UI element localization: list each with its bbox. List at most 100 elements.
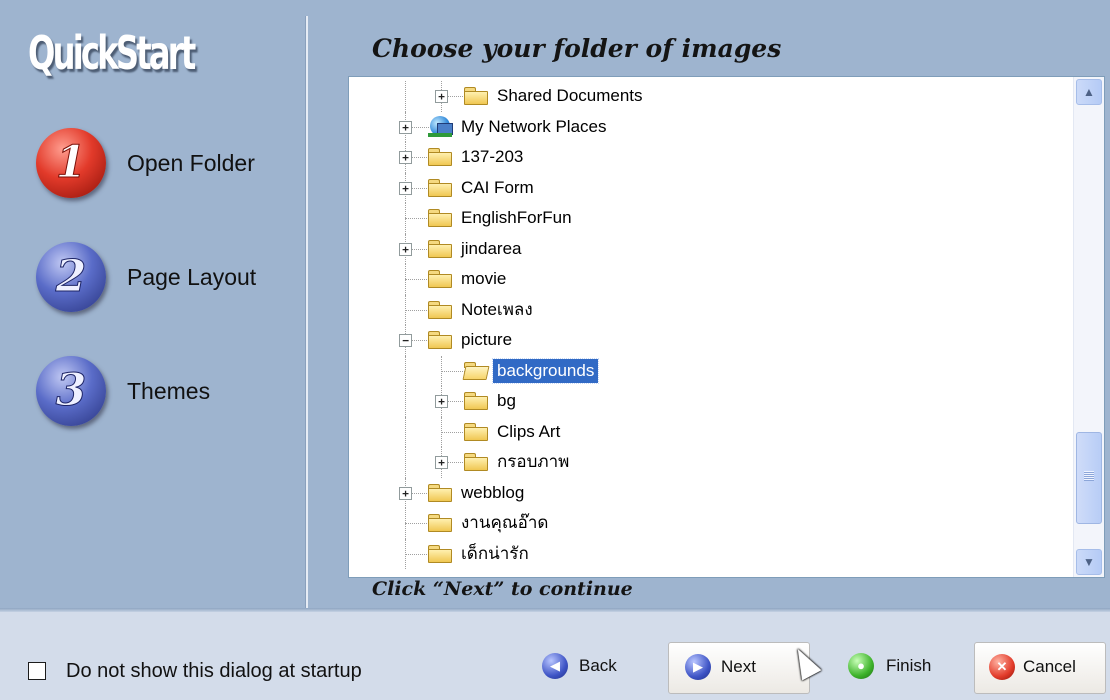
tree-guide-line	[405, 355, 406, 386]
folder-icon	[427, 483, 453, 503]
folder-icon	[427, 178, 453, 198]
cancel-x-icon: ✕	[989, 654, 1015, 680]
vertical-scrollbar[interactable]: ▲ ▼	[1073, 77, 1104, 577]
next-button[interactable]: ▶ Next	[668, 642, 810, 694]
expand-icon[interactable]: +	[435, 90, 448, 103]
tree-guide-line	[441, 431, 465, 433]
folder-icon	[427, 513, 453, 533]
tree-item[interactable]: + bg	[349, 386, 1071, 417]
expand-icon[interactable]: +	[399, 242, 412, 256]
folder-tree-panel[interactable]: + Shared Documents + My Network Places +137-…	[348, 76, 1105, 578]
scrollbar-grip-icon	[1084, 471, 1094, 481]
step-label-page-layout: Page Layout	[127, 264, 257, 290]
tree-guide-line	[405, 447, 406, 478]
scrollbar-thumb[interactable]	[1076, 432, 1102, 524]
tree-guide-line	[405, 523, 429, 524]
scroll-down-arrow-icon[interactable]: ▼	[1076, 549, 1102, 575]
network-places-icon	[427, 115, 453, 139]
step-3-badge-icon: 3	[36, 356, 106, 426]
folder-icon	[463, 86, 489, 106]
tree-item-label: งานคุณอ๊าด	[461, 513, 549, 532]
folder-icon	[427, 330, 453, 350]
step-open-folder[interactable]: 1 Open Folder	[36, 128, 286, 200]
expand-icon[interactable]: +	[399, 486, 412, 500]
folder-icon	[427, 208, 453, 228]
tree-item-label: My Network Places	[461, 116, 607, 136]
dialog-main-panel: QuickStart 1 Open Folder 2 Page Layout 3…	[0, 0, 1110, 612]
tree-item[interactable]: + CAI Form	[349, 172, 1071, 203]
tree-item[interactable]: + jindarea	[349, 233, 1071, 264]
folder-icon	[427, 269, 453, 289]
tree-item-label: CAI Form	[461, 177, 534, 197]
tree-item-label: กรอบภาพ	[497, 452, 570, 471]
tree-guide-line	[405, 553, 429, 555]
step-label-themes: Themes	[127, 378, 211, 404]
folder-icon	[463, 452, 489, 472]
folder-icon	[427, 239, 453, 259]
step-2-badge-icon: 2	[36, 242, 106, 312]
tree-item[interactable]: + Shared Documents	[349, 81, 1071, 112]
folder-icon	[427, 147, 453, 167]
checkbox-box[interactable]	[28, 662, 46, 680]
back-button[interactable]: ◀ Back	[542, 642, 638, 692]
tree-item[interactable]: เด็กน่ารัก	[349, 538, 1071, 569]
open-folder-icon	[463, 361, 489, 381]
folder-icon	[463, 422, 489, 442]
tree-item[interactable]: backgrounds	[349, 355, 1071, 386]
step-page-layout[interactable]: 2 Page Layout	[36, 242, 286, 314]
startup-checkbox-label: Do not show this dialog at startup	[66, 660, 362, 682]
cancel-button[interactable]: ✕ Cancel	[974, 642, 1106, 694]
folder-heading: Choose your folder of images	[372, 34, 782, 63]
finish-button-label: Finish	[886, 656, 932, 675]
tree-guide-line	[405, 279, 429, 280]
tree-item[interactable]: + My Network Places	[349, 111, 1071, 142]
quickstart-title: QuickStart	[28, 26, 196, 80]
cancel-button-label: Cancel	[1023, 657, 1076, 676]
expand-icon[interactable]: +	[399, 181, 412, 195]
back-button-label: Back	[579, 656, 617, 675]
step-1-badge-icon: 1	[36, 128, 106, 198]
next-arrow-icon: ▶	[685, 654, 711, 680]
tree-item-label: Noteเพลง	[461, 299, 533, 319]
tree-item-label: Shared Documents	[497, 86, 643, 105]
collapse-icon[interactable]: −	[399, 334, 412, 347]
tree-item[interactable]: Clips Art	[349, 416, 1071, 447]
tree-item[interactable]: Noteเพลง	[349, 294, 1071, 325]
folder-icon	[463, 391, 489, 411]
expand-icon[interactable]: +	[399, 120, 412, 134]
finish-button[interactable]: ● Finish	[848, 642, 948, 692]
scroll-up-arrow-icon[interactable]: ▲	[1076, 79, 1102, 105]
tree-item-label: picture	[461, 330, 513, 349]
tree-item[interactable]: + กรอบภาพ	[349, 447, 1071, 478]
finish-check-icon: ●	[848, 653, 874, 679]
continue-hint: Click “Next” to continue	[372, 578, 633, 600]
expand-icon[interactable]: +	[435, 395, 448, 408]
tree-guide-line	[441, 370, 465, 372]
tree-item-label: Clips Art	[497, 421, 561, 441]
step-themes[interactable]: 3 Themes	[36, 356, 286, 428]
tree-item[interactable]: + webblog	[349, 477, 1071, 508]
step-label-open-folder: Open Folder	[127, 150, 255, 176]
tree-item-label: webblog	[461, 482, 525, 502]
tree-item-label: EnglishForFun	[461, 208, 572, 227]
tree-guide-line	[405, 386, 406, 417]
tree-guide-line	[405, 218, 429, 219]
tree-item-label: 137-203	[461, 147, 524, 166]
folder-icon	[427, 544, 453, 564]
startup-checkbox[interactable]: Do not show this dialog at startup	[24, 656, 362, 690]
expand-icon[interactable]: +	[435, 456, 448, 469]
next-button-label: Next	[721, 657, 756, 676]
folder-tree[interactable]: + Shared Documents + My Network Places +137-…	[349, 81, 1071, 569]
bottom-bar: Do not show this dialog at startup ◀ Bac…	[0, 612, 1110, 700]
tree-item-label: backgrounds	[491, 357, 600, 384]
tree-item[interactable]: +137-203	[349, 142, 1071, 173]
tree-guide-line	[405, 81, 406, 112]
tree-item[interactable]: งานคุณอ๊าด	[349, 508, 1071, 539]
tree-guide-line	[405, 309, 429, 311]
tree-item-label: bg	[497, 391, 516, 410]
tree-item[interactable]: EnglishForFun	[349, 203, 1071, 234]
expand-icon[interactable]: +	[399, 151, 412, 164]
panel-divider	[305, 16, 308, 608]
tree-item[interactable]: movie	[349, 264, 1071, 295]
tree-item[interactable]: − picture	[349, 325, 1071, 356]
